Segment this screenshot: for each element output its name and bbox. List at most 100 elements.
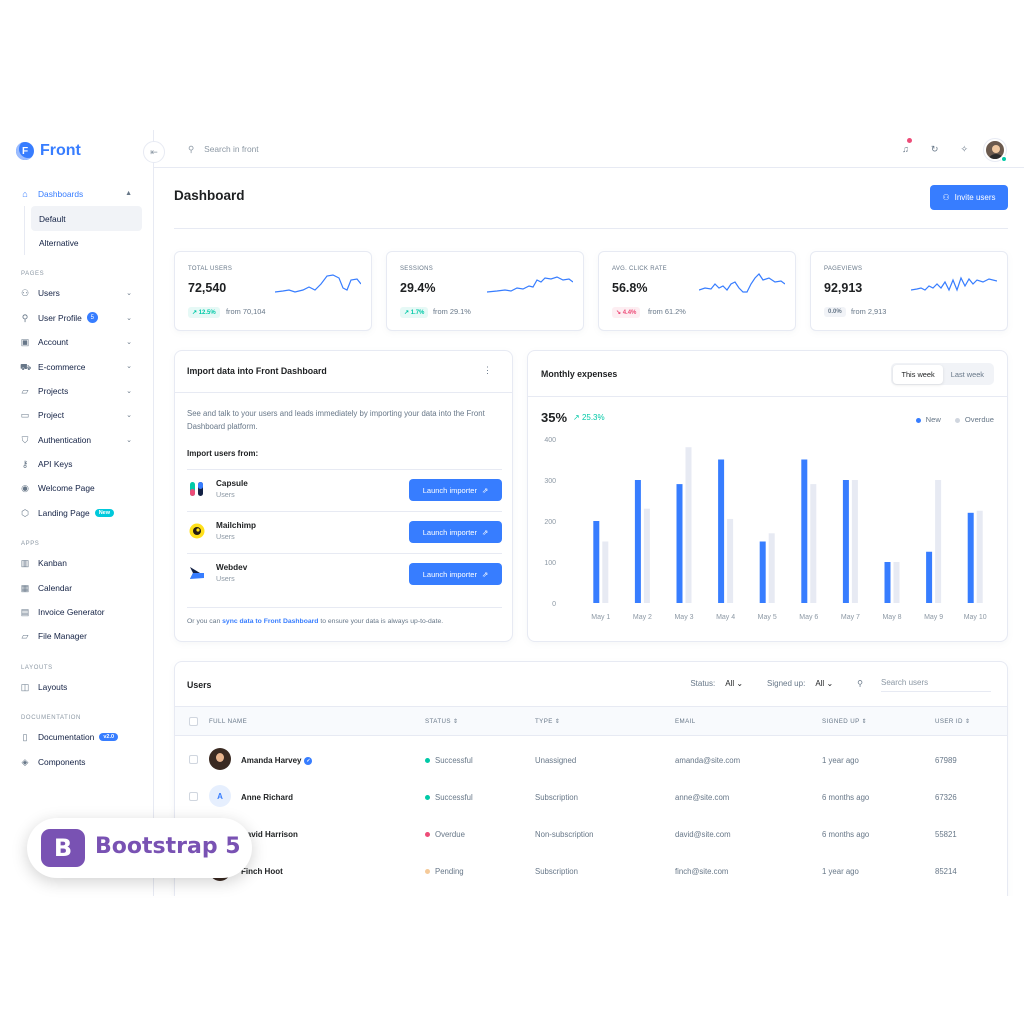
sync-data-link[interactable]: sync data to Front Dashboard xyxy=(222,618,318,625)
section-heading-documentation: DOCUMENTATION xyxy=(21,715,81,722)
stat-card-pageviews[interactable]: PAGEVIEWS 92,913 0.0% from 2,913 xyxy=(810,251,1008,331)
bootstrap-badge-text: Bootstrap 5 xyxy=(95,834,241,859)
sidebar-item-user-profile[interactable]: ⚲ User Profile 5 ⌄ xyxy=(0,306,154,330)
tab-this-week[interactable]: This week xyxy=(893,364,943,384)
sidebar-item-layouts[interactable]: ◫ Layouts xyxy=(0,675,154,699)
online-status-indicator xyxy=(1001,156,1007,162)
legend-dot xyxy=(915,417,921,423)
column-header-full-name[interactable]: FULL NAME xyxy=(209,718,247,725)
collapse-sidebar-button[interactable]: ⇤ xyxy=(143,141,165,163)
bar-new[interactable] xyxy=(759,541,766,604)
footer-text: Or you can xyxy=(187,618,223,625)
logo[interactable]: F Front xyxy=(16,142,81,160)
stat-card-sessions[interactable]: SESSIONS 29.4% ↗ 1.7% from 29.1% xyxy=(386,251,584,331)
row-checkbox[interactable] xyxy=(189,755,198,764)
refresh-icon[interactable]: ↻ xyxy=(931,144,939,155)
bar-overdue[interactable] xyxy=(768,533,775,603)
bar-new[interactable] xyxy=(593,521,600,603)
stat-card-total-users[interactable]: TOTAL USERS 72,540 ↗ 12.5% from 70,104 xyxy=(174,251,372,331)
legend-item-new: New xyxy=(915,415,941,424)
sidebar-item-projects[interactable]: ▱ Projects ⌄ xyxy=(0,379,154,403)
sidebar-item-api-keys[interactable]: ⚷ API Keys xyxy=(0,452,154,476)
signed-filter-select[interactable]: All ⌄ xyxy=(815,679,833,688)
basket-icon: ⛟ xyxy=(20,361,32,372)
x-tick-label: May 9 xyxy=(924,614,943,621)
bar-overdue[interactable] xyxy=(643,508,650,603)
webdev-logo-icon xyxy=(190,567,204,579)
sidebar-item-users[interactable]: ⚇ Users ⌄ xyxy=(0,281,154,305)
bar-overdue[interactable] xyxy=(976,510,983,603)
stat-from: from 29.1% xyxy=(433,307,471,316)
sidebar-item-documentation[interactable]: ▯ Documentation v2.0 xyxy=(0,725,154,749)
x-tick-label: May 2 xyxy=(633,614,652,621)
sidebar-item-account[interactable]: ▣ Account ⌄ xyxy=(0,330,154,354)
row-checkbox[interactable] xyxy=(189,792,198,801)
dashboards-submenu: Default Alternative xyxy=(24,206,154,256)
bar-new[interactable] xyxy=(801,459,808,604)
select-all-checkbox[interactable] xyxy=(189,717,198,726)
column-header-email[interactable]: EMAIL xyxy=(675,718,696,725)
card-title: Import data into Front Dashboard xyxy=(187,366,327,376)
table-row[interactable]: A Anne Richard Successful Subscription a… xyxy=(175,778,1007,815)
y-tick-label: 200 xyxy=(544,519,556,526)
stat-change-badge: 0.0% xyxy=(824,307,846,317)
bar-overdue[interactable] xyxy=(685,447,692,603)
sidebar-item-dashboards[interactable]: ⌂ Dashboards ▲ xyxy=(0,182,154,206)
invite-users-button[interactable]: ⚇ Invite users xyxy=(930,185,1008,210)
bar-new[interactable] xyxy=(676,484,683,603)
apps-icon[interactable]: ✧ xyxy=(960,144,968,155)
table-row[interactable]: Finch Hoot Pending Subscription finch@si… xyxy=(175,852,1007,889)
sidebar-item-kanban[interactable]: ▥ Kanban xyxy=(0,551,154,575)
column-header-signed-up[interactable]: SIGNED UP ⇕ xyxy=(822,718,867,725)
sidebar-item-file-manager[interactable]: ▱ File Manager xyxy=(0,624,154,648)
table-row[interactable]: David Harrison Overdue Non-subscription … xyxy=(175,815,1007,852)
user-name: Finch Hoot xyxy=(241,867,283,876)
launch-importer-button[interactable]: Launch importer ⇗ xyxy=(409,521,502,543)
sidebar-item-calendar[interactable]: ▦ Calendar xyxy=(0,575,154,599)
bar-new[interactable] xyxy=(926,551,933,603)
column-header-status[interactable]: STATUS ⇕ xyxy=(425,718,459,725)
bar-new[interactable] xyxy=(884,562,891,603)
bar-overdue[interactable] xyxy=(851,480,858,603)
launch-importer-button[interactable]: Launch importer ⇗ xyxy=(409,479,502,501)
chevron-down-icon: ⌄ xyxy=(826,678,834,688)
sidebar-item-project[interactable]: ▭ Project ⌄ xyxy=(0,403,154,427)
sidebar-item-components[interactable]: ◈ Components xyxy=(0,749,154,773)
table-row[interactable]: Amanda Harvey ✓ Successful Unassigned ama… xyxy=(175,741,1007,778)
bar-overdue[interactable] xyxy=(602,541,609,604)
sidebar-item-default[interactable]: Default xyxy=(31,206,142,231)
legend-item-overdue: Overdue xyxy=(954,415,994,424)
layout-icon: ◫ xyxy=(20,681,30,692)
sparkline xyxy=(487,276,573,293)
user-icon: ⚲ xyxy=(21,312,29,323)
sidebar-item-authentication[interactable]: ⛉ Authentication ⌄ xyxy=(0,428,154,452)
x-tick-label: May 6 xyxy=(799,614,818,621)
sidebar-item-ecommerce[interactable]: ⛟ E-commerce ⌄ xyxy=(0,354,154,378)
bar-overdue[interactable] xyxy=(810,484,817,603)
launch-importer-label: Launch importer xyxy=(422,485,477,495)
stat-card-avg-click-rate[interactable]: AVG. CLICK RATE 56.8% ↘ 4.4% from 61.2% xyxy=(598,251,796,331)
column-header-user-id[interactable]: USER ID ⇕ xyxy=(935,718,971,725)
bar-new[interactable] xyxy=(967,512,974,603)
bar-overdue[interactable] xyxy=(935,480,942,603)
sidebar-item-landing-page[interactable]: ⬡ Landing Page New xyxy=(0,501,154,525)
status-filter-select[interactable]: All ⌄ xyxy=(725,679,743,688)
bar-new[interactable] xyxy=(842,480,849,603)
search-users-input[interactable]: Search users xyxy=(881,674,991,692)
sidebar-item-alternative[interactable]: Alternative xyxy=(25,231,154,255)
launch-importer-button[interactable]: Launch importer ⇗ xyxy=(409,563,502,585)
bar-overdue[interactable] xyxy=(893,562,900,603)
sidebar-item-invoice-generator[interactable]: ▤ Invoice Generator xyxy=(0,600,154,624)
column-header-type[interactable]: TYPE ⇕ xyxy=(535,718,560,725)
more-vertical-icon[interactable]: ⋮ xyxy=(483,365,492,376)
bar-new[interactable] xyxy=(634,480,641,603)
legend-label: Overdue xyxy=(964,415,994,424)
bar-overdue[interactable] xyxy=(727,518,734,603)
tab-last-week[interactable]: Last week xyxy=(943,365,992,384)
bar-new[interactable] xyxy=(718,459,725,604)
search-input[interactable]: ⚲ Search in front xyxy=(188,144,259,154)
sidebar-item-welcome-page[interactable]: ◉ Welcome Page xyxy=(0,476,154,500)
import-data-card: Import data into Front Dashboard ⋮ See a… xyxy=(174,350,513,642)
sort-icon: ⇕ xyxy=(861,718,868,725)
notifications-button[interactable]: ♫ xyxy=(902,138,912,155)
